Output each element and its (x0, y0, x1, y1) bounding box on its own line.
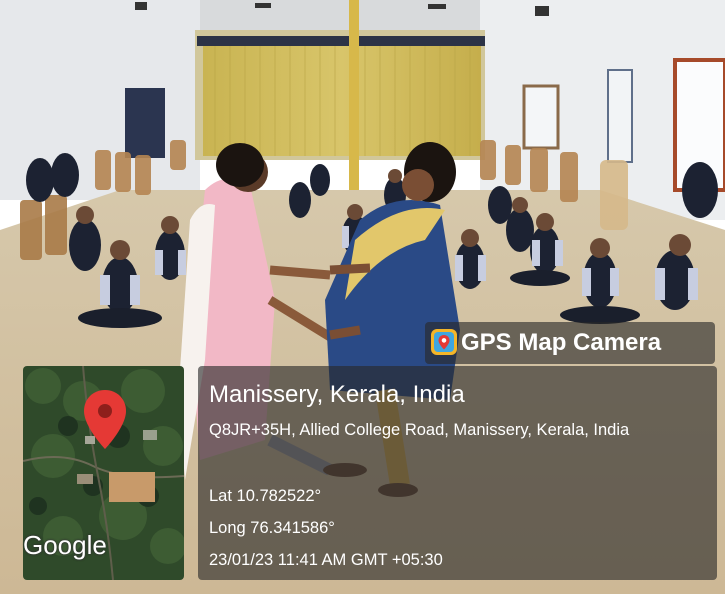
longitude: Long 76.341586° (209, 519, 335, 537)
photo-frame: GPS Map Camera Google Manissery, Kerala,… (0, 0, 725, 594)
timestamp: 23/01/23 11:41 AM GMT +05:30 (209, 551, 443, 569)
google-attribution: Google (23, 530, 107, 560)
location-info-panel: Manissery, Kerala, India Q8JR+35H, Allie… (198, 366, 717, 580)
location-address: Q8JR+35H, Allied College Road, Manissery… (209, 421, 630, 439)
map-camera-app-icon (431, 329, 457, 355)
gps-map-camera-badge: GPS Map Camera (425, 322, 715, 364)
right-window-1 (522, 84, 560, 150)
location-title: Manissery, Kerala, India (209, 381, 465, 408)
latitude: Lat 10.782522° (209, 487, 322, 505)
brand-label: GPS Map Camera (461, 329, 662, 356)
left-window (125, 88, 165, 158)
right-window-2 (607, 69, 633, 163)
